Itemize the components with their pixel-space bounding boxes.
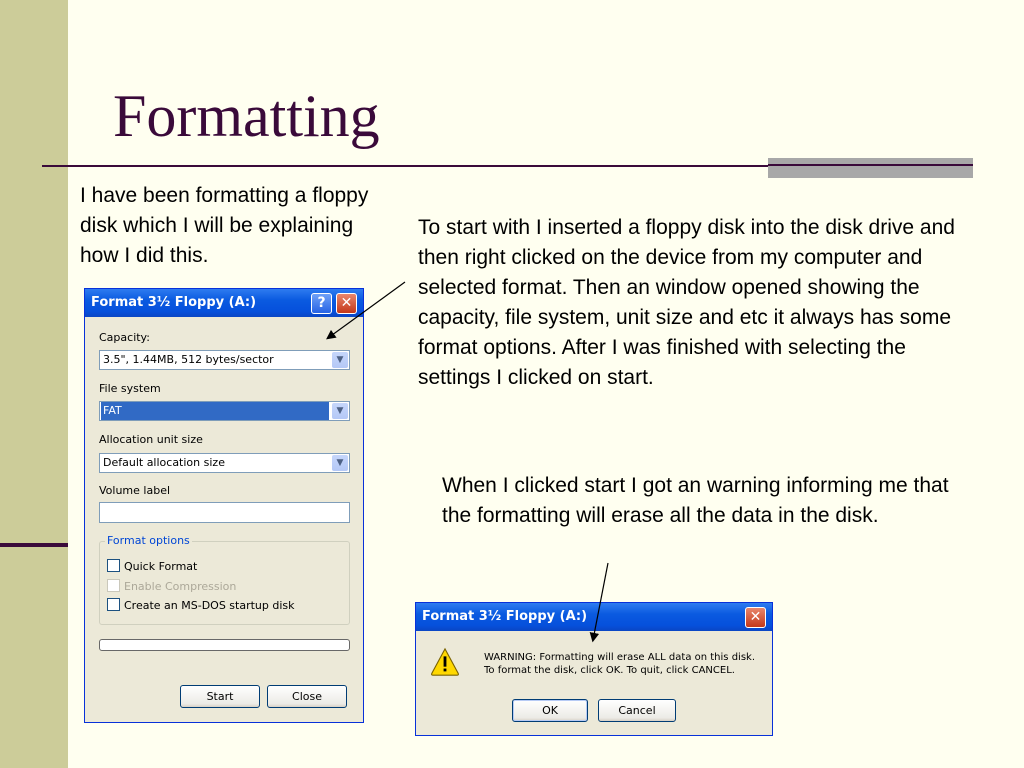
capacity-callout-arrow bbox=[326, 281, 406, 340]
callout-arrows bbox=[326, 281, 609, 643]
warning-callout-arrow bbox=[589, 562, 609, 643]
